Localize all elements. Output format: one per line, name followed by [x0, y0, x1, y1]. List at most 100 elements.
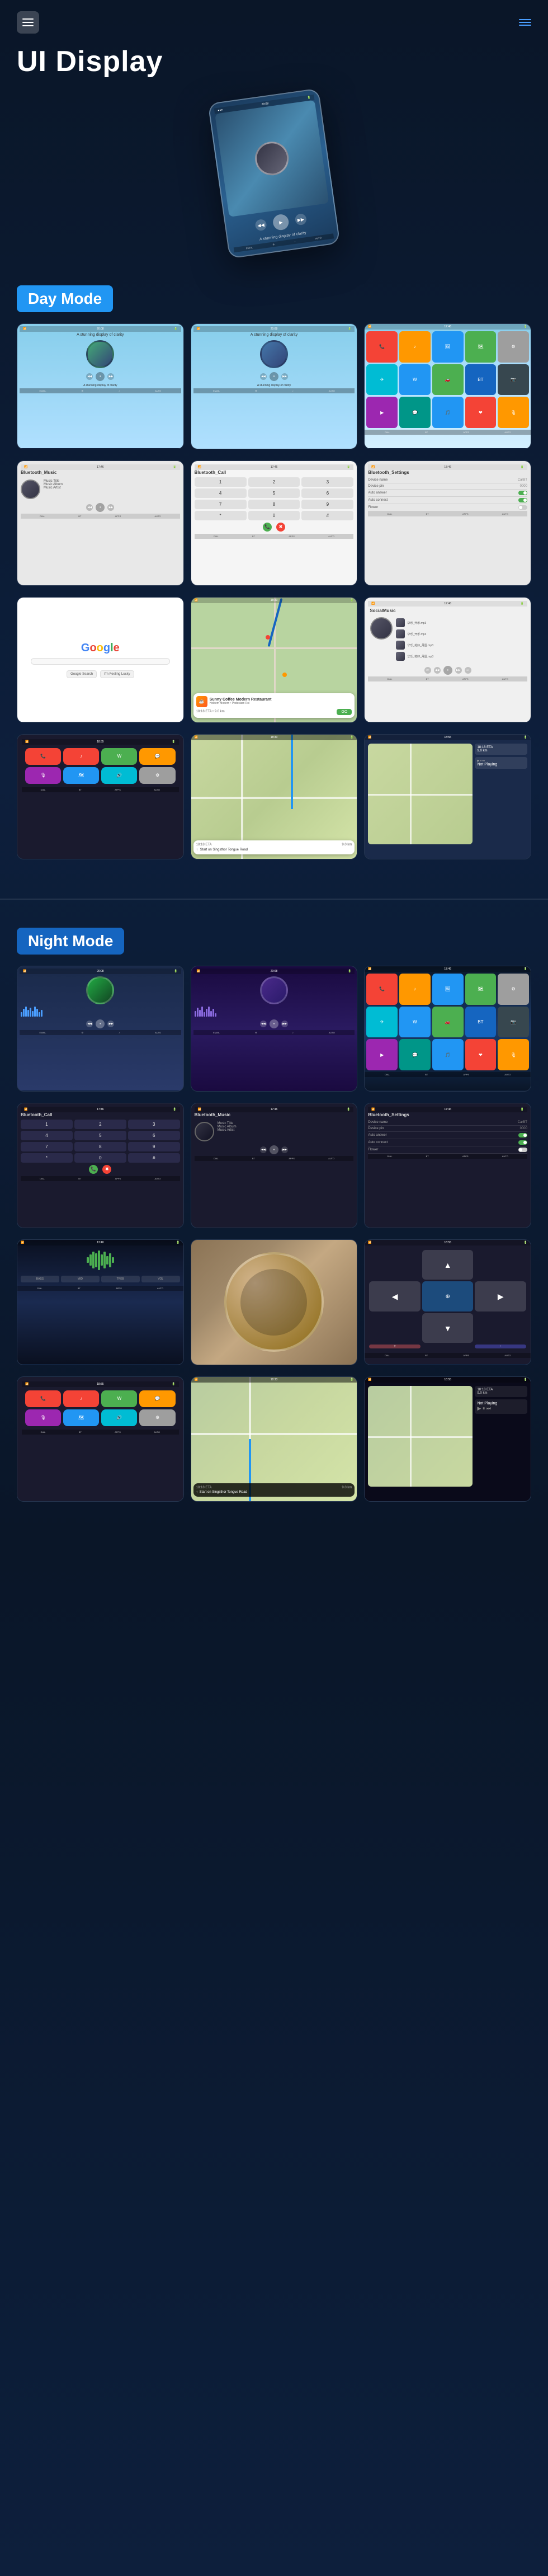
auto-answer-toggle[interactable] — [518, 491, 527, 495]
n-app-phone[interactable]: 📞 — [366, 974, 398, 1005]
dial-hash[interactable]: # — [301, 511, 353, 520]
n-end-btn[interactable]: ✖ — [102, 1165, 111, 1174]
google-search-btn[interactable]: Google Search — [67, 670, 97, 678]
n-dial-1[interactable]: 1 — [21, 1120, 73, 1129]
n-dial-star[interactable]: * — [21, 1153, 73, 1163]
n-app-maps[interactable]: 🗺 — [465, 974, 497, 1005]
app-blue2[interactable]: 🎵 — [432, 397, 464, 428]
dial-3[interactable]: 3 — [301, 477, 353, 487]
n-dial-7[interactable]: 7 — [21, 1142, 73, 1151]
social-prev[interactable]: ⏮ — [424, 667, 431, 674]
auto-connect-toggle[interactable] — [518, 498, 527, 502]
n-cp-settings[interactable]: ⚙ — [139, 1409, 175, 1426]
app-bt[interactable]: BT — [465, 364, 497, 396]
dial-1[interactable]: 1 — [195, 477, 247, 487]
n-app-telegram[interactable]: ✈ — [366, 1007, 398, 1038]
app-dark1[interactable]: 📷 — [498, 364, 529, 396]
app-carplay[interactable]: 🚗 — [432, 364, 464, 396]
dial-9[interactable]: 9 — [301, 500, 353, 509]
nav-center[interactable]: ⊕ — [422, 1281, 474, 1311]
n-app-waze[interactable]: W — [399, 1007, 431, 1038]
flower-toggle[interactable] — [518, 505, 527, 510]
end-call-btn[interactable]: ✖ — [276, 523, 285, 532]
n-dial-4[interactable]: 4 — [21, 1131, 73, 1140]
cp-siri[interactable]: 🔊 — [101, 767, 137, 784]
app-phone[interactable]: 📞 — [366, 331, 398, 363]
n-dial-0[interactable]: 0 — [74, 1153, 126, 1163]
cp-podcast[interactable]: 🎙 — [25, 767, 61, 784]
google-lucky-btn[interactable]: I'm Feeling Lucky — [100, 670, 134, 678]
google-search-bar[interactable] — [31, 658, 170, 665]
n-cp-music[interactable]: ♪ — [63, 1390, 99, 1407]
n-app-photos[interactable]: 🖼 — [432, 974, 464, 1005]
nbt-next[interactable]: ▶▶ — [281, 1146, 288, 1153]
nbt-prev[interactable]: ◀◀ — [260, 1146, 267, 1153]
cp-msg[interactable]: 💬 — [139, 748, 175, 765]
next-btn[interactable]: ▶▶ — [295, 213, 308, 226]
n-cp-maps[interactable]: 🗺 — [63, 1409, 99, 1426]
bt-play[interactable]: ⏸ — [96, 503, 105, 512]
n-dial-9[interactable]: 9 — [128, 1142, 180, 1151]
eq-bass[interactable]: BASS — [21, 1276, 59, 1282]
n-dial-5[interactable]: 5 — [74, 1131, 126, 1140]
cp-waze[interactable]: W — [101, 748, 137, 765]
n-app-orange2[interactable]: 🎙 — [498, 1039, 529, 1070]
next-icon[interactable]: ▶▶ — [107, 373, 114, 380]
n-cp-phone[interactable]: 📞 — [25, 1390, 61, 1407]
n-call-btn[interactable]: 📞 — [89, 1165, 98, 1174]
n-app-teal[interactable]: 💬 — [399, 1039, 431, 1070]
menu-icon[interactable] — [17, 11, 39, 34]
go-button[interactable]: GO — [337, 709, 352, 715]
n-dial-2[interactable]: 2 — [74, 1120, 126, 1129]
app-red2[interactable]: ❤ — [465, 397, 497, 428]
play-icon[interactable]: ⏸ — [96, 372, 105, 381]
dial-0[interactable]: 0 — [248, 511, 300, 520]
n-dial-hash[interactable]: # — [128, 1153, 180, 1163]
app-orange2[interactable]: 🎙 — [498, 397, 529, 428]
n-app-blue2[interactable]: 🎵 — [432, 1039, 464, 1070]
eq-mid[interactable]: MID — [61, 1276, 100, 1282]
n-app-yt[interactable]: ▶ — [366, 1039, 398, 1070]
app-waze[interactable]: W — [399, 364, 431, 396]
cp-maps[interactable]: 🗺 — [63, 767, 99, 784]
n-cp-podcast[interactable]: 🎙 — [25, 1409, 61, 1426]
n-app-settings[interactable]: ⚙ — [498, 974, 529, 1005]
n2-play[interactable]: ⏸ — [270, 1019, 278, 1028]
eq-vol[interactable]: VOL — [141, 1276, 180, 1282]
social-next[interactable]: ⏭ — [465, 667, 471, 674]
prev-icon[interactable]: ◀◀ — [86, 373, 93, 380]
dial-8[interactable]: 8 — [248, 500, 300, 509]
n-flower-toggle[interactable] — [518, 1148, 527, 1152]
prev-btn[interactable]: ◀◀ — [254, 219, 267, 232]
dial-4[interactable]: 4 — [195, 488, 247, 498]
n-auto-answer-toggle[interactable] — [518, 1133, 527, 1137]
social-rwd[interactable]: ◀◀ — [434, 667, 441, 674]
next-icon-2[interactable]: ▶▶ — [281, 373, 288, 380]
n-dial-6[interactable]: 6 — [128, 1131, 180, 1140]
play-btn[interactable]: ▶ — [272, 213, 290, 231]
nav-zoom-out[interactable]: - — [475, 1345, 526, 1348]
app-telegram[interactable]: ✈ — [366, 364, 398, 396]
n-next[interactable]: ▶▶ — [107, 1021, 114, 1027]
n-cp-siri[interactable]: 🔊 — [101, 1409, 137, 1426]
n-cp-msg[interactable]: 💬 — [139, 1390, 175, 1407]
n-app-carplay[interactable]: 🚗 — [432, 1007, 464, 1038]
nav-down[interactable]: ▼ — [422, 1313, 474, 1343]
app-music[interactable]: ♪ — [399, 331, 431, 363]
dial-star[interactable]: * — [195, 511, 247, 520]
app-yt[interactable]: ▶ — [366, 397, 398, 428]
n-app-bt[interactable]: BT — [465, 1007, 497, 1038]
nav-up[interactable]: ▲ — [422, 1250, 474, 1280]
nav-left[interactable]: ◀ — [369, 1281, 421, 1311]
n-dial-3[interactable]: 3 — [128, 1120, 180, 1129]
eq-treble[interactable]: TREB — [101, 1276, 140, 1282]
n-play[interactable]: ⏸ — [96, 1019, 105, 1028]
app-photos[interactable]: 🖼 — [432, 331, 464, 363]
n-app-dark1[interactable]: 📷 — [498, 1007, 529, 1038]
cp-music[interactable]: ♪ — [63, 748, 99, 765]
dial-6[interactable]: 6 — [301, 488, 353, 498]
n-prev[interactable]: ◀◀ — [86, 1021, 93, 1027]
dial-5[interactable]: 5 — [248, 488, 300, 498]
app-maps[interactable]: 🗺 — [465, 331, 497, 363]
play-icon-2[interactable]: ⏸ — [270, 372, 278, 381]
